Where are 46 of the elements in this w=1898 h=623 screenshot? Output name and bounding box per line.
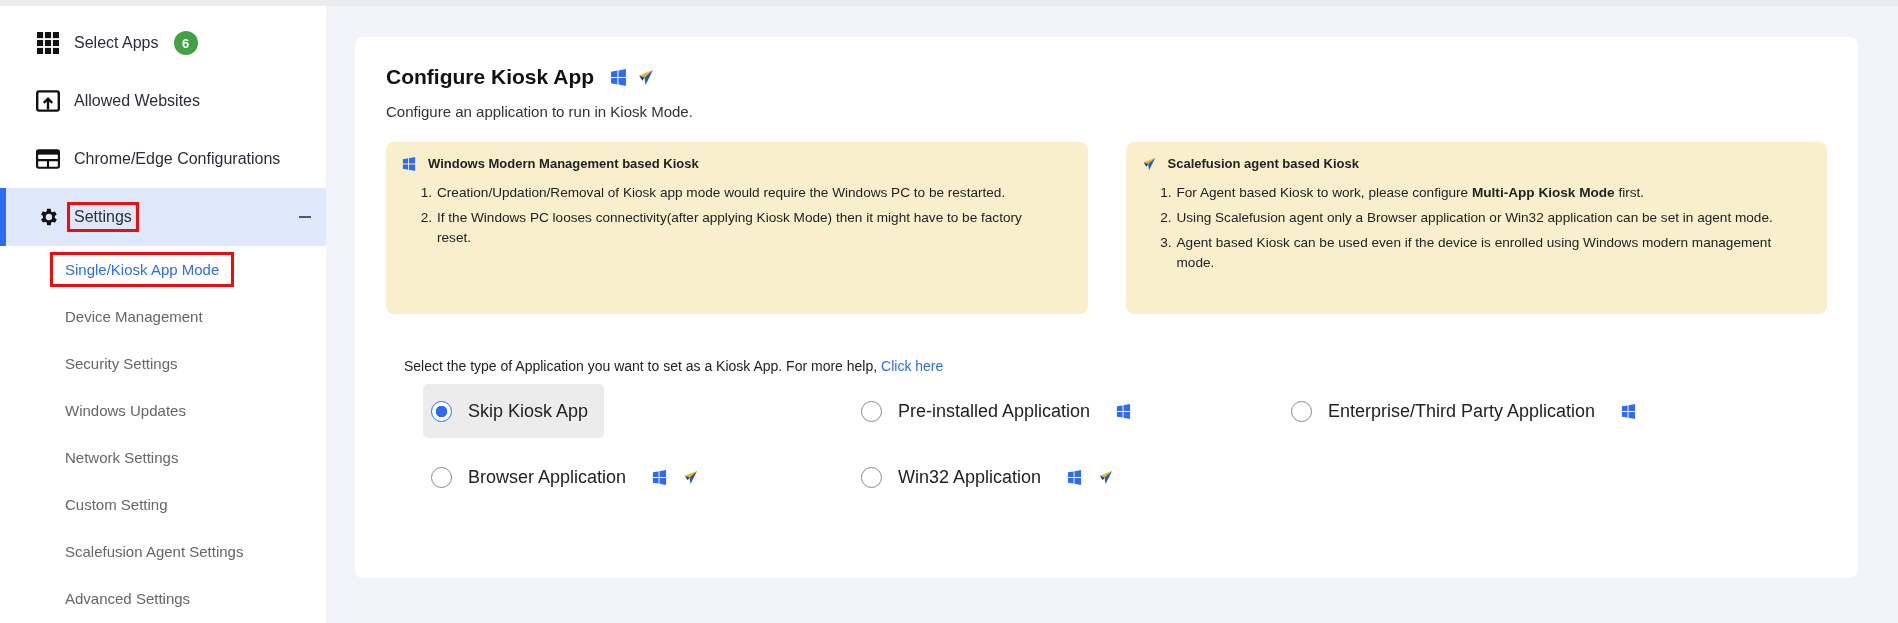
sidebar-item[interactable]: Allowed Websites — [0, 72, 326, 130]
radio-option[interactable]: Browser Application — [423, 450, 643, 504]
list-number: 2. — [1159, 209, 1172, 227]
sidebar-item[interactable]: Settings — [0, 188, 326, 246]
help-link[interactable]: Click here — [881, 358, 944, 374]
note-title: Windows Modern Management based Kiosk — [428, 156, 699, 171]
radio-option[interactable]: Pre-installed Application — [853, 384, 1107, 438]
list-number: 3. — [1159, 234, 1172, 252]
prompt-text: Select the type of Application you want to set as a Kiosk App. For more help, — [404, 358, 878, 374]
radio-button[interactable] — [861, 466, 882, 488]
list-number: 1. — [419, 184, 432, 202]
grid-icon — [36, 32, 60, 54]
browser-window-icon — [36, 148, 60, 170]
submenu-item[interactable]: Scalefusion Agent Settings — [50, 534, 259, 569]
radio-button[interactable] — [861, 400, 882, 422]
submenu-item[interactable]: Advanced Settings — [50, 581, 206, 616]
note-item: For Agent based Kiosk to work, please configure Multi-App Kiosk Mode first. — [1176, 184, 1646, 202]
note-item: If the Windows PC looses connectivity(after applying Kiosk Mode) then it might have to be factory reset. — [437, 209, 1023, 247]
list-number: 1. — [1159, 184, 1172, 202]
count-badge: 6 — [173, 31, 198, 55]
note-item: Agent based Kiosk can be used even if the device is enrolled using Windows modern management mode. — [1176, 234, 1773, 272]
radio-option[interactable]: Win32 Application — [853, 450, 1058, 504]
upload-window-icon — [36, 90, 60, 112]
radio-option[interactable]: Enterprise/Third Party Application — [1283, 384, 1612, 438]
radio-option[interactable]: Skip Kiosk App — [423, 384, 605, 438]
note-item: Creation/Updation/Removal of Kiosk app mode would require the Windows PC to be restarted. — [437, 184, 1007, 202]
submenu-item[interactable]: Windows Updates — [50, 393, 201, 428]
radio-button[interactable] — [431, 400, 452, 422]
sidebar-item[interactable]: Select Apps 6 — [0, 14, 326, 72]
radio-button[interactable] — [431, 466, 452, 488]
submenu-item[interactable]: Device Management — [50, 299, 218, 334]
sidebar-item-label: Chrome/Edge Configurations — [73, 149, 282, 169]
sidebar-item-label: Allowed Websites — [73, 91, 201, 111]
list-number: 2. — [419, 209, 432, 227]
submenu-item[interactable]: Custom Setting — [50, 487, 183, 522]
sidebar-item-label: Select Apps — [73, 33, 160, 53]
sidebar-item-label: Settings — [67, 202, 139, 232]
panel-subtitle: Configure an application to run in Kiosk Mode. — [386, 103, 694, 120]
note-title: Scalefusion agent based Kiosk — [1167, 156, 1359, 171]
panel-title: Configure Kiosk App — [386, 65, 595, 89]
submenu-item[interactable]: Network Settings — [50, 440, 194, 475]
note-item: Using Scalefusion agent only a Browser application or Win32 application can be set in agent mode. — [1176, 209, 1774, 227]
submenu-item[interactable]: Single/Kiosk App Mode — [50, 252, 235, 287]
sidebar-item[interactable]: Chrome/Edge Configurations — [0, 130, 326, 188]
submenu-item[interactable]: Security Settings — [50, 346, 193, 381]
radio-button[interactable] — [1291, 400, 1312, 422]
